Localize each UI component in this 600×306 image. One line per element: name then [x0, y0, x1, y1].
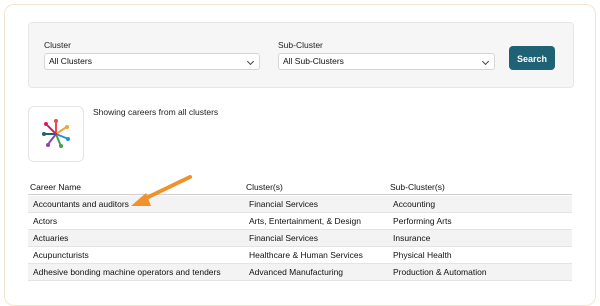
career-name[interactable]: Actors [33, 216, 57, 226]
career-name[interactable]: Accountants and auditors [33, 199, 129, 209]
chevron-down-icon [481, 57, 490, 66]
cluster-logo-icon [42, 119, 70, 148]
cluster-logo-card [28, 106, 84, 162]
table-row[interactable]: Actors Arts, Entertainment, & Design Per… [28, 213, 572, 230]
table-row[interactable]: Accountants and auditors Financial Servi… [28, 196, 572, 213]
subcluster-label: Sub-Cluster [278, 40, 323, 50]
career-subcluster: Performing Arts [393, 216, 452, 226]
career-cluster: Arts, Entertainment, & Design [249, 216, 361, 226]
career-cluster: Financial Services [249, 233, 318, 243]
header-divider [28, 194, 572, 195]
cluster-label: Cluster [44, 40, 71, 50]
career-subcluster: Physical Health [393, 250, 452, 260]
career-subcluster: Insurance [393, 233, 431, 243]
table-row[interactable]: Acupuncturists Healthcare & Human Servic… [28, 247, 572, 264]
career-name[interactable]: Actuaries [33, 233, 68, 243]
results-summary: Showing careers from all clusters [93, 107, 219, 117]
column-header-cluster: Cluster(s) [246, 182, 283, 192]
career-cluster: Financial Services [249, 199, 318, 209]
cluster-select-value: All Clusters [49, 56, 92, 66]
subcluster-select-value: All Sub-Clusters [283, 56, 344, 66]
column-header-subcluster: Sub-Cluster(s) [390, 182, 445, 192]
table-row[interactable]: Adhesive bonding machine operators and t… [28, 264, 572, 281]
cluster-select[interactable]: All Clusters [44, 53, 260, 70]
filter-panel: Cluster All Clusters Sub-Cluster All Sub… [28, 22, 574, 88]
career-cluster: Advanced Manufacturing [249, 267, 344, 277]
subcluster-select[interactable]: All Sub-Clusters [278, 53, 495, 70]
career-name[interactable]: Adhesive bonding machine operators and t… [33, 267, 221, 277]
table-row[interactable]: Actuaries Financial Services Insurance [28, 230, 572, 247]
career-name[interactable]: Acupuncturists [33, 250, 89, 260]
column-header-career: Career Name [30, 182, 82, 192]
search-button[interactable]: Search [509, 46, 555, 70]
career-subcluster: Accounting [393, 199, 436, 209]
chevron-down-icon [246, 57, 255, 66]
career-subcluster: Production & Automation [393, 267, 487, 277]
career-cluster: Healthcare & Human Services [249, 250, 363, 260]
